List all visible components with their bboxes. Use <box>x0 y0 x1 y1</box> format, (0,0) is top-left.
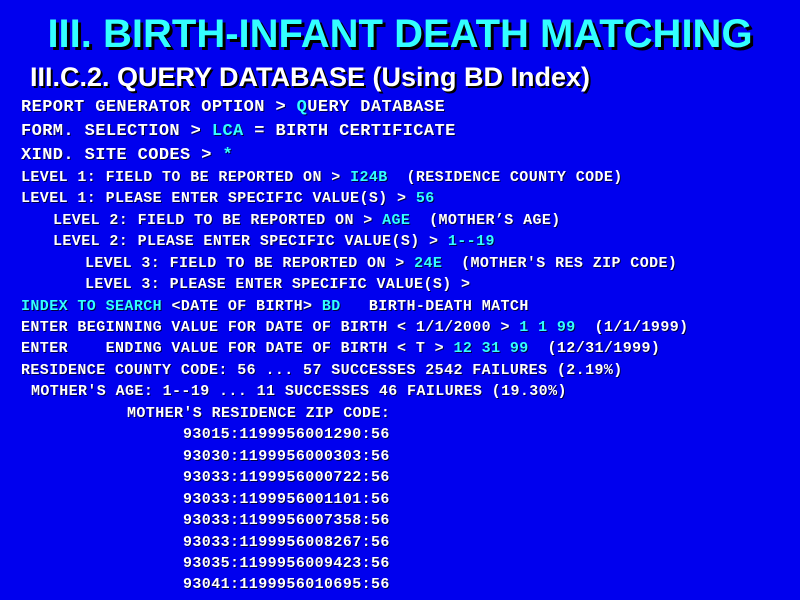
user-input: AGE <box>382 212 411 229</box>
zip-record: 93035:1199956009423:56 <box>183 555 390 572</box>
zip-record: 93033:1199956000722:56 <box>183 469 390 486</box>
prompt-text: = BIRTH CERTIFICATE <box>243 122 456 141</box>
prompt-text: INDEX TO SEARCH <box>21 298 172 315</box>
prompt-text: <DATE OF BIRTH> <box>171 298 322 315</box>
field-description: (MOTHER'S RES ZIP CODE) <box>442 255 678 272</box>
user-input: LCA <box>211 122 244 141</box>
prompt-text: XIND. SITE CODES > <box>21 146 223 165</box>
zip-record: 93041:1199956010695:56 <box>183 576 390 593</box>
field-description: BIRTH-DEATH MATCH <box>340 298 529 315</box>
prompt-text: LEVEL 2: PLEASE ENTER SPECIFIC VALUE(S) … <box>53 233 448 250</box>
prompt-text: LEVEL 3: PLEASE ENTER SPECIFIC VALUE(S) … <box>85 276 471 293</box>
field-description: (1/1/1999) <box>575 319 689 336</box>
user-input: 12 31 99 <box>453 340 529 357</box>
site-codes-line: XIND. SITE CODES > * <box>21 145 233 167</box>
index-to-search-line: INDEX TO SEARCH <DATE OF BIRTH> BD BIRTH… <box>21 297 529 317</box>
level3-value-line: LEVEL 3: PLEASE ENTER SPECIFIC VALUE(S) … <box>85 275 470 295</box>
zip-header-line: MOTHER'S RESIDENCE ZIP CODE: <box>127 404 390 424</box>
beginning-date-line: ENTER BEGINNING VALUE FOR DATE OF BIRTH … <box>21 318 689 338</box>
zip-record: 93033:1199956001101:56 <box>183 491 390 508</box>
prompt-text: UERY DATABASE <box>307 98 446 117</box>
user-input: 1--19 <box>447 233 495 250</box>
user-input: 24E <box>414 255 443 272</box>
zip-record: 93033:1199956008267:56 <box>183 534 390 551</box>
prompt-text: REPORT GENERATOR OPTION > <box>21 98 297 117</box>
prompt-text: ENTER ENDING VALUE FOR DATE OF BIRTH < T… <box>21 340 454 357</box>
user-input: BD <box>321 298 341 315</box>
level2-value-line: LEVEL 2: PLEASE ENTER SPECIFIC VALUE(S) … <box>53 232 495 252</box>
level1-field-line: LEVEL 1: FIELD TO BE REPORTED ON > I24B … <box>21 168 623 188</box>
level3-field-line: LEVEL 3: FIELD TO BE REPORTED ON > 24E (… <box>85 254 677 274</box>
form-selection-line: FORM. SELECTION > LCA = BIRTH CERTIFICAT… <box>21 121 456 143</box>
report-generator-option-line: REPORT GENERATOR OPTION > QUERY DATABASE <box>21 97 445 119</box>
ending-date-line: ENTER ENDING VALUE FOR DATE OF BIRTH < T… <box>21 339 660 359</box>
user-input: I24B <box>350 169 388 186</box>
user-input: 56 <box>415 190 435 207</box>
field-description: (12/31/1999) <box>528 340 661 357</box>
age-result-line: MOTHER'S AGE: 1--19 ... 11 SUCCESSES 46 … <box>31 382 567 402</box>
field-description: (MOTHER’S AGE) <box>410 212 561 229</box>
prompt-text: LEVEL 3: FIELD TO BE REPORTED ON > <box>85 255 415 272</box>
zip-record: 93015:1199956001290:56 <box>183 426 390 443</box>
user-input: 1 1 99 <box>519 319 576 336</box>
prompt-text: LEVEL 1: FIELD TO BE REPORTED ON > <box>21 169 351 186</box>
prompt-text: ENTER BEGINNING VALUE FOR DATE OF BIRTH … <box>21 319 520 336</box>
level2-field-line: LEVEL 2: FIELD TO BE REPORTED ON > AGE (… <box>53 211 561 231</box>
page-title: III. BIRTH-INFANT DEATH MATCHING <box>47 12 753 56</box>
field-description: (RESIDENCE COUNTY CODE) <box>387 169 623 186</box>
prompt-text: LEVEL 1: PLEASE ENTER SPECIFIC VALUE(S) … <box>21 190 416 207</box>
zip-record: 93030:1199956000303:56 <box>183 448 390 465</box>
prompt-text: LEVEL 2: FIELD TO BE REPORTED ON > <box>53 212 383 229</box>
page-subtitle: III.C.2. QUERY DATABASE (Using BD Index) <box>30 62 591 92</box>
county-result-line: RESIDENCE COUNTY CODE: 56 ... 57 SUCCESS… <box>21 361 623 381</box>
user-input: * <box>222 146 234 165</box>
zip-record: 93033:1199956007358:56 <box>183 512 390 529</box>
result-text: RESIDENCE COUNTY CODE: 56 ... 57 SUCCESS… <box>21 362 623 379</box>
result-text: MOTHER'S AGE: 1--19 ... 11 SUCCESSES 46 … <box>31 383 567 400</box>
result-text: MOTHER'S RESIDENCE ZIP CODE: <box>127 405 391 422</box>
user-input: Q <box>296 98 308 117</box>
prompt-text: FORM. SELECTION > <box>21 122 212 141</box>
level1-value-line: LEVEL 1: PLEASE ENTER SPECIFIC VALUE(S) … <box>21 189 435 209</box>
